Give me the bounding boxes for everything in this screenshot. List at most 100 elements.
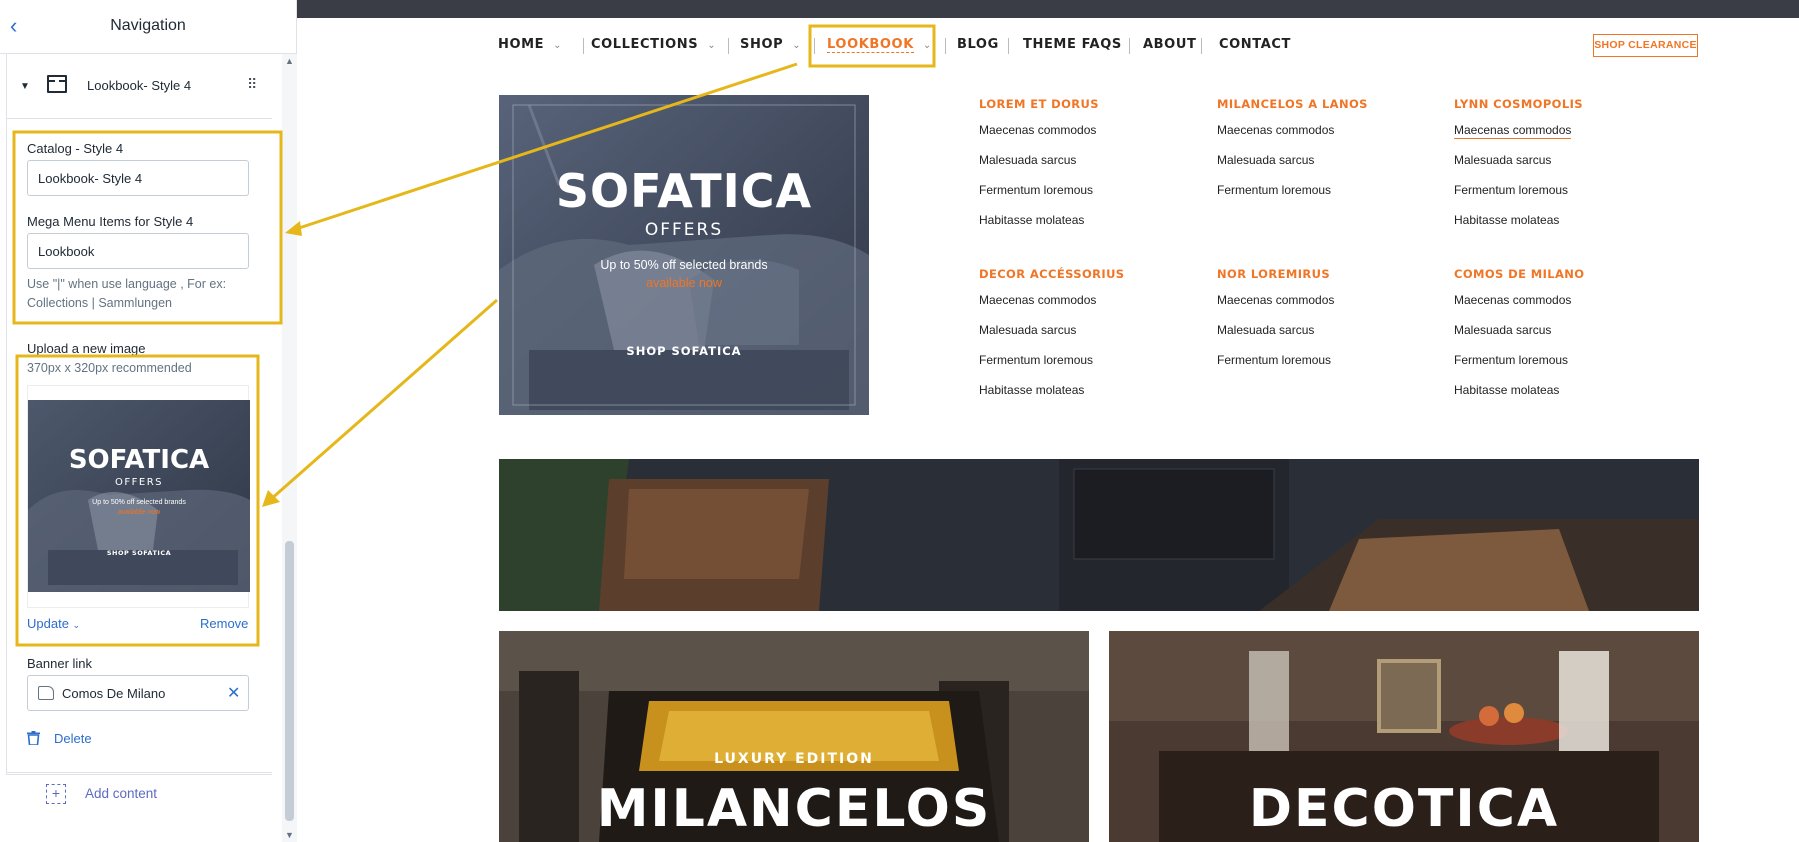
svg-text:SOFATICA: SOFATICA: [556, 164, 812, 218]
add-block-icon: +: [46, 784, 66, 804]
menu-heading[interactable]: DECOR ACCÉSSORIUS: [979, 267, 1125, 281]
scrollbar-thumb[interactable]: [285, 541, 294, 821]
svg-text:OFFERS: OFFERS: [645, 220, 723, 240]
svg-text:SHOP SOFATICA: SHOP SOFATICA: [626, 344, 741, 358]
remove-image-button[interactable]: Remove: [200, 616, 248, 631]
menu-link[interactable]: Malesuada sarcus: [1454, 153, 1583, 183]
svg-text:SOFATICA: SOFATICA: [69, 445, 209, 475]
milancelos-tile[interactable]: LUXURY EDITION MILANCELOS: [499, 631, 1089, 842]
menu-link[interactable]: Fermentum loremous: [1217, 183, 1368, 213]
banner-link-label: Banner link: [27, 656, 93, 671]
catalog-input[interactable]: [27, 160, 249, 196]
nav-label: ABOUT: [1143, 37, 1197, 52]
menu-heading[interactable]: MILANCELOS A LANOS: [1217, 97, 1368, 111]
chevron-down-icon: ⌄: [792, 40, 802, 51]
upload-image-label: Upload a new image: [27, 341, 146, 356]
banner-link-field[interactable]: Comos De Milano ✕: [27, 675, 249, 711]
tile-title: MILANCELOS: [596, 779, 992, 839]
tile-subtitle: LUXURY EDITION: [714, 751, 874, 767]
menu-link[interactable]: Maecenas commodos: [1454, 293, 1584, 323]
nav-collections[interactable]: COLLECTIONS ⌄: [591, 37, 716, 52]
menu-link-label: Maecenas commodos: [1454, 123, 1572, 139]
chevron-down-icon: ⌄: [553, 40, 563, 51]
menu-link[interactable]: Maecenas commodos: [1454, 123, 1583, 153]
hero-banner[interactable]: [499, 459, 1699, 611]
nav-home[interactable]: HOME ⌄: [498, 37, 562, 52]
update-label: Update: [27, 616, 69, 631]
update-image-button[interactable]: Update ⌄: [27, 616, 80, 631]
delete-label: Delete: [54, 731, 92, 746]
trash-icon: [27, 731, 40, 745]
banner-image: SOFATICA OFFERS Up to 50% off selected b…: [499, 95, 869, 415]
mega-menu-banner[interactable]: SOFATICA OFFERS Up to 50% off selected b…: [499, 95, 869, 415]
sidebar-scroll-area: ▼ Lookbook- Style 4 ⠿ Catalog - Style 4 …: [0, 54, 282, 842]
menu-column: COMOS DE MILANO Maecenas commodos Malesu…: [1454, 267, 1584, 413]
menu-link[interactable]: Fermentum loremous: [1217, 353, 1334, 383]
nav-label: CONTACT: [1219, 37, 1291, 52]
chevron-down-icon: ⌄: [72, 620, 81, 630]
menu-link[interactable]: Habitasse molateas: [1454, 213, 1583, 243]
nav-about[interactable]: ABOUT: [1143, 37, 1196, 52]
nav-contact[interactable]: CONTACT: [1219, 37, 1291, 52]
menu-link[interactable]: Fermentum loremous: [1454, 183, 1583, 213]
sidebar-title: Navigation: [110, 17, 186, 34]
svg-text:available now: available now: [646, 276, 723, 290]
scroll-down-icon[interactable]: ▼: [282, 828, 297, 842]
nav-separator: [814, 38, 815, 54]
menu-link[interactable]: Malesuada sarcus: [1217, 323, 1334, 353]
menu-link[interactable]: Fermentum loremous: [979, 353, 1125, 383]
menu-link[interactable]: Malesuada sarcus: [979, 323, 1125, 353]
menu-link[interactable]: Malesuada sarcus: [1217, 153, 1368, 183]
menu-heading[interactable]: LOREM ET DORUS: [979, 97, 1099, 111]
mega-menu-items-input[interactable]: [27, 233, 249, 269]
menu-link[interactable]: Fermentum loremous: [1454, 353, 1584, 383]
menu-column: LYNN COSMOPOLIS Maecenas commodos Malesu…: [1454, 97, 1583, 243]
top-bar: [297, 0, 1799, 18]
nav-label: LOOKBOOK: [827, 37, 914, 53]
nav-lookbook[interactable]: LOOKBOOK ⌄: [827, 37, 932, 53]
menu-heading[interactable]: COMOS DE MILANO: [1454, 267, 1584, 281]
menu-heading[interactable]: NOR LOREMIRUS: [1217, 267, 1334, 281]
nav-blog[interactable]: BLOG: [957, 37, 999, 52]
menu-link[interactable]: Malesuada sarcus: [1454, 323, 1584, 353]
chevron-down-icon: ⌄: [707, 40, 717, 51]
nav-separator: [583, 38, 584, 54]
menu-column: NOR LOREMIRUS Maecenas commodos Malesuad…: [1217, 267, 1334, 383]
image-preview-box[interactable]: SOFATICA OFFERS Up to 50% off selected b…: [27, 385, 250, 608]
svg-text:OFFERS: OFFERS: [115, 477, 163, 488]
add-content-label: Add content: [85, 786, 158, 801]
divider: [6, 772, 272, 773]
storefront-preview: HOME ⌄ COLLECTIONS ⌄ SHOP ⌄ LOOKBOOK ⌄ BLOG …: [297, 0, 1799, 842]
menu-link[interactable]: Maecenas commodos: [1217, 123, 1368, 153]
mega-menu-items-label: Mega Menu Items for Style 4: [27, 214, 194, 229]
catalog-label: Catalog - Style 4: [27, 141, 124, 156]
shop-clearance-button[interactable]: SHOP CLEARANCE: [1593, 34, 1698, 57]
banner-link-value: Comos De Milano: [62, 686, 166, 701]
nav-label: THEME FAQS: [1023, 37, 1122, 52]
nav-label: BLOG: [957, 37, 999, 52]
menu-link[interactable]: Malesuada sarcus: [979, 153, 1099, 183]
svg-text:SHOP SOFATICA: SHOP SOFATICA: [107, 549, 171, 557]
nav-theme-faqs[interactable]: THEME FAQS: [1023, 37, 1122, 52]
menu-link[interactable]: Maecenas commodos: [979, 123, 1099, 153]
nav-shop[interactable]: SHOP ⌄: [740, 37, 801, 52]
decotica-tile[interactable]: DECOTICA: [1109, 631, 1699, 842]
clear-link-icon[interactable]: ✕: [227, 683, 240, 703]
scroll-up-icon[interactable]: ▲: [282, 54, 297, 68]
language-help-text: Use "|" when use language , For ex: Coll…: [27, 277, 227, 310]
menu-link[interactable]: Habitasse molateas: [979, 213, 1099, 243]
menu-link[interactable]: Fermentum loremous: [979, 183, 1099, 213]
menu-link[interactable]: Maecenas commodos: [979, 293, 1125, 323]
tile-title: DECOTICA: [1248, 779, 1560, 839]
image-size-hint: 370px x 320px recommended: [27, 361, 192, 375]
menu-link[interactable]: Habitasse molateas: [1454, 383, 1584, 413]
menu-heading[interactable]: LYNN COSMOPOLIS: [1454, 97, 1583, 111]
menu-link[interactable]: Maecenas commodos: [1217, 293, 1334, 323]
nav-separator: [1008, 38, 1009, 54]
menu-link[interactable]: Habitasse molateas: [979, 383, 1125, 413]
collection-icon: [38, 686, 54, 700]
sidebar-scrollbar[interactable]: ▲ ▼: [282, 54, 297, 842]
main-navigation: HOME ⌄ COLLECTIONS ⌄ SHOP ⌄ LOOKBOOK ⌄ BLOG …: [297, 18, 1799, 72]
banner-thumbnail: SOFATICA OFFERS Up to 50% off selected b…: [28, 400, 250, 592]
divider: [6, 118, 272, 119]
